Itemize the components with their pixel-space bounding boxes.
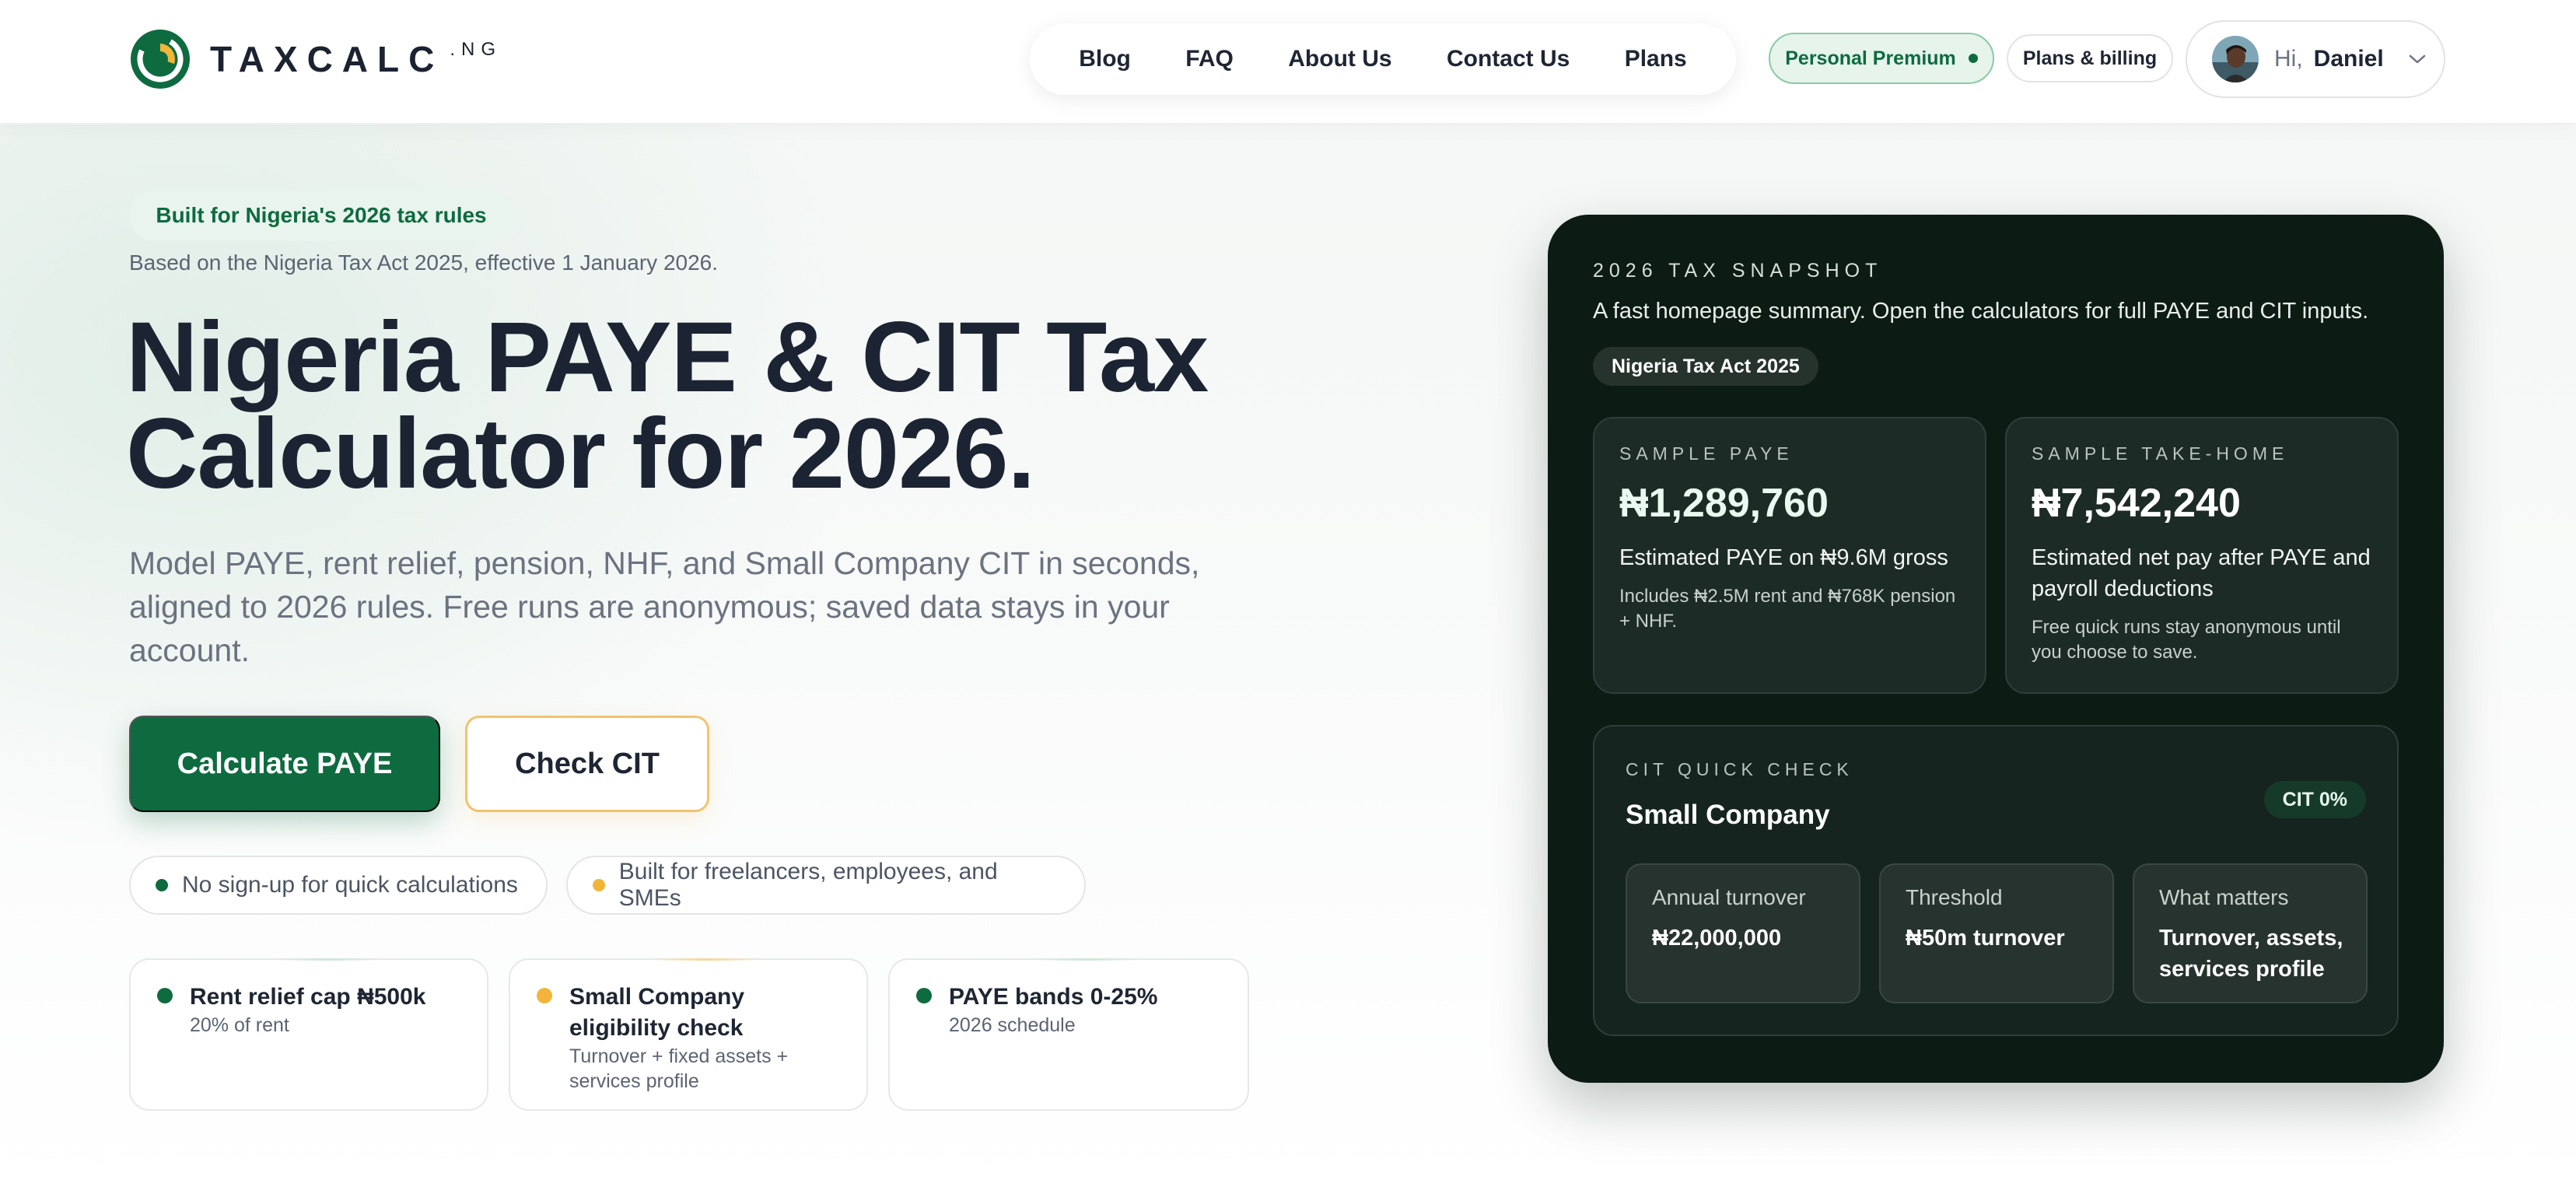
feature-card-paye-bands: PAYE bands 0-25% 2026 schedule xyxy=(888,958,1249,1111)
snapshot-tag: Nigeria Tax Act 2025 xyxy=(1593,347,1818,386)
cit-item-value: ₦50m turnover xyxy=(1906,926,2065,951)
feature-subtitle: 2026 schedule xyxy=(949,1014,1076,1036)
card-eyebrow: SAMPLE PAYE xyxy=(1619,443,1794,464)
dot-icon xyxy=(537,988,552,1003)
snapshot-subtitle: A fast homepage summary. Open the calcul… xyxy=(1593,299,2369,324)
cit-item-what-matters: What matters Turnover, assets, services … xyxy=(2133,863,2368,1003)
nav-about-us[interactable]: About Us xyxy=(1288,46,1391,72)
avatar xyxy=(2212,36,2259,82)
feature-title: PAYE bands 0-25% xyxy=(949,984,1158,1010)
dot-icon xyxy=(157,988,173,1003)
cit-item-label: Annual turnover xyxy=(1652,885,1806,909)
user-name: Daniel xyxy=(2313,46,2384,72)
snapshot-eyebrow: 2026 TAX SNAPSHOT xyxy=(1593,260,1883,282)
cit-item-turnover: Annual turnover ₦22,000,000 xyxy=(1626,863,1860,1003)
logo-text: TAXCALC xyxy=(210,39,444,79)
takehome-note: Free quick runs stay anonymous until you… xyxy=(2032,617,2341,663)
feature-card-rent-relief: Rent relief cap ₦500k 20% of rent xyxy=(129,958,488,1111)
feature-title: Small Company eligibility check xyxy=(569,984,745,1041)
takehome-value: ₦7,542,240 xyxy=(2032,481,2241,526)
main-nav: Blog FAQ About Us Contact Us Plans xyxy=(1030,23,1736,95)
paye-note: Includes ₦2.5M rent and ₦768K pension + … xyxy=(1619,586,1956,632)
nav-contact-us[interactable]: Contact Us xyxy=(1447,46,1570,72)
nav-blog[interactable]: Blog xyxy=(1079,46,1131,72)
feature-subtitle: 20% of rent xyxy=(190,1014,289,1036)
cit-item-label: What matters xyxy=(2159,885,2289,909)
page-title: Nigeria PAYE & CIT Tax Calculator for 20… xyxy=(126,308,1370,504)
page-title-line-2: Calculator for 2026. xyxy=(126,398,1035,509)
dot-icon xyxy=(156,879,168,891)
chip-audience: Built for freelancers, employees, and SM… xyxy=(566,856,1086,915)
plan-badge[interactable]: Personal Premium xyxy=(1769,33,1994,84)
cit-rate-badge: CIT 0% xyxy=(2263,781,2366,818)
calculate-paye-button[interactable]: Calculate PAYE xyxy=(129,716,440,812)
logo-icon xyxy=(129,28,191,90)
nav-plans[interactable]: Plans xyxy=(1625,46,1687,72)
cit-item-value: Turnover, assets, services profile xyxy=(2159,926,2343,982)
top-header: TAXCALC .NG Blog FAQ About Us Contact Us… xyxy=(0,0,2576,124)
sample-takehome-card: SAMPLE TAKE-HOME ₦7,542,240 Estimated ne… xyxy=(2005,417,2399,694)
cit-item-label: Threshold xyxy=(1906,885,2003,909)
page-title-line-1: Nigeria PAYE & CIT Tax xyxy=(126,302,1209,413)
feature-title: Rent relief cap ₦500k xyxy=(190,984,426,1010)
paye-value: ₦1,289,760 xyxy=(1619,481,1829,526)
hero-based-on: Based on the Nigeria Tax Act 2025, effec… xyxy=(129,250,719,275)
tax-snapshot-panel: 2026 TAX SNAPSHOT A fast homepage summar… xyxy=(1548,215,2444,1083)
dot-icon xyxy=(916,988,932,1003)
greeting: Hi, xyxy=(2274,46,2303,72)
dot-icon xyxy=(593,879,605,891)
takehome-description: Estimated net pay after PAYE and payroll… xyxy=(2032,545,2371,601)
hero-subtitle: Model PAYE, rent relief, pension, NHF, a… xyxy=(129,545,1200,668)
check-cit-button[interactable]: Check CIT xyxy=(465,716,709,812)
status-dot-icon xyxy=(1968,54,1978,63)
cit-item-value: ₦22,000,000 xyxy=(1652,926,1782,951)
card-eyebrow: SAMPLE TAKE-HOME xyxy=(2032,443,2289,464)
plan-badge-label: Personal Premium xyxy=(1785,47,1956,69)
chevron-down-icon xyxy=(2409,54,2425,64)
cit-quick-check-card: CIT QUICK CHECK Small Company CIT 0% Ann… xyxy=(1593,725,2399,1036)
cit-title: Small Company xyxy=(1626,800,1830,830)
user-menu[interactable]: Hi, Daniel xyxy=(2186,20,2445,98)
logo-suffix: .NG xyxy=(450,39,502,60)
sample-paye-card: SAMPLE PAYE ₦1,289,760 Estimated PAYE on… xyxy=(1593,417,1986,694)
paye-description: Estimated PAYE on ₦9.6M gross xyxy=(1619,545,1948,570)
chip-label: Built for freelancers, employees, and SM… xyxy=(618,859,998,911)
chip-label: No sign-up for quick calculations xyxy=(182,872,518,898)
chip-no-signup: No sign-up for quick calculations xyxy=(129,856,548,915)
nav-faq[interactable]: FAQ xyxy=(1185,46,1234,72)
cit-item-threshold: Threshold ₦50m turnover xyxy=(1879,863,2114,1003)
hero-tag: Built for Nigeria's 2026 tax rules xyxy=(129,190,513,241)
plans-billing-button[interactable]: Plans & billing xyxy=(2007,34,2173,82)
feature-card-small-company: Small Company eligibility check Turnover… xyxy=(509,958,868,1111)
feature-subtitle: Turnover + fixed assets + services profi… xyxy=(569,1045,789,1092)
card-eyebrow: CIT QUICK CHECK xyxy=(1626,759,1853,779)
logo[interactable]: TAXCALC .NG xyxy=(129,26,502,92)
